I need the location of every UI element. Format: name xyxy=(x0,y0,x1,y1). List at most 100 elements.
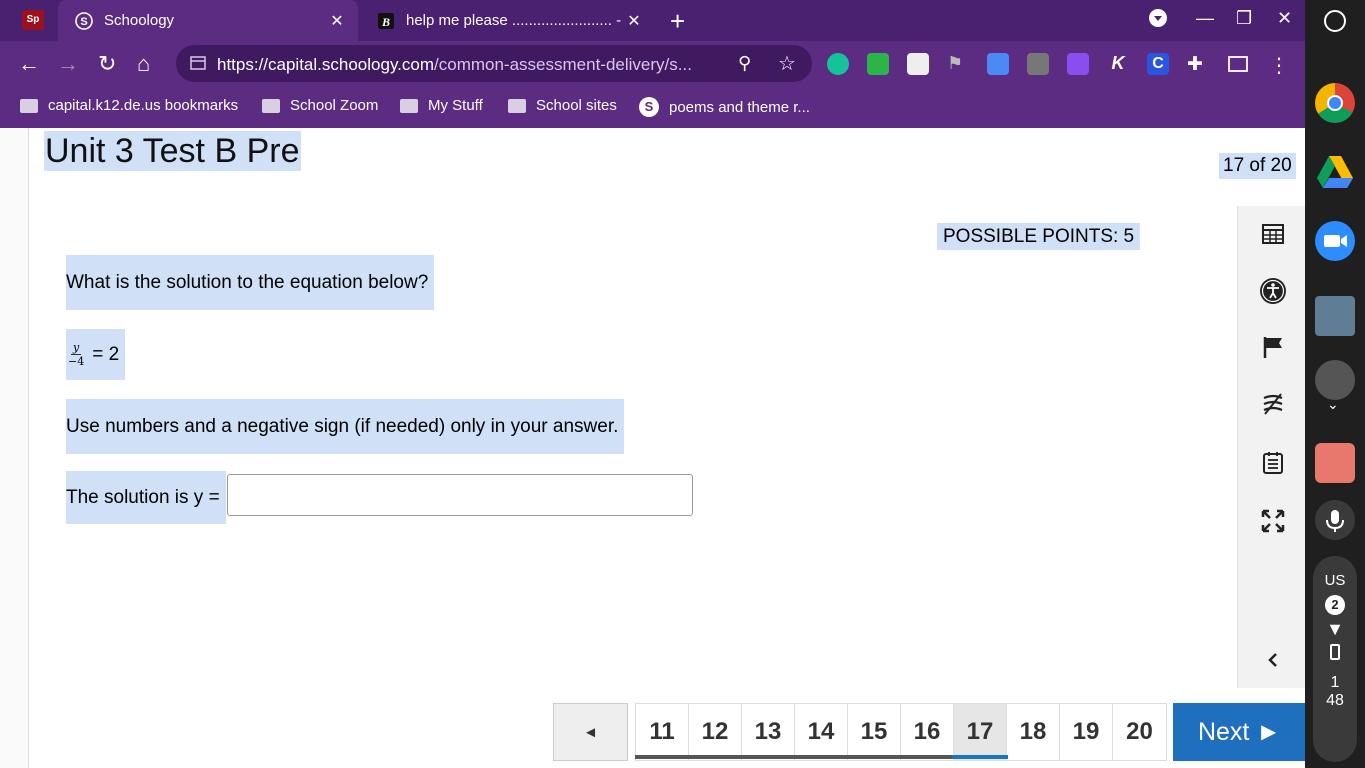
google-drive-icon[interactable] xyxy=(1315,152,1355,192)
back-icon[interactable]: ← xyxy=(18,51,40,77)
folder-icon xyxy=(20,98,38,113)
svg-text:S: S xyxy=(80,16,87,28)
schoology-s-icon: S xyxy=(74,11,94,31)
notepad-icon[interactable] xyxy=(1238,443,1307,483)
k-extension-icon[interactable]: K xyxy=(1107,53,1129,75)
nav-bar: ← → ↻ ⌂ https://capital.schoology.com/co… xyxy=(0,41,1305,86)
bookmark-item[interactable]: My Stuff xyxy=(400,97,483,114)
folder-icon xyxy=(508,98,526,113)
minimize-icon[interactable]: — xyxy=(1196,8,1214,29)
tab-brainly[interactable]: B help me please .......................… xyxy=(360,0,655,41)
forward-icon[interactable]: → xyxy=(57,51,79,77)
page-button[interactable]: 12 xyxy=(689,704,742,760)
next-button[interactable]: Next ► xyxy=(1173,703,1306,761)
question-prompt: What is the solution to the equation bel… xyxy=(66,255,435,310)
answer-instructions: Use numbers and a negative sign (if need… xyxy=(66,399,625,454)
page-button[interactable]: 20 xyxy=(1113,704,1166,760)
extension-green-icon[interactable] xyxy=(867,53,889,75)
fraction-denominator: −4 xyxy=(68,354,85,368)
flag-icon[interactable] xyxy=(1238,327,1307,367)
tab-strip: Sp S Schoology ✕ B help me please ......… xyxy=(0,0,1305,41)
reload-icon[interactable]: ↻ xyxy=(98,51,116,77)
translate-icon[interactable] xyxy=(987,53,1009,75)
bookmarks-bar: capital.k12.de.us bookmarks School Zoom … xyxy=(0,86,1305,128)
url-text: https://capital.schoology.com/common-ass… xyxy=(217,55,692,74)
flag-extension-icon[interactable]: ⚑ xyxy=(947,53,969,75)
page-button[interactable]: 15 xyxy=(848,704,901,760)
equation: y −4 = 2 xyxy=(66,329,126,380)
fraction: y −4 xyxy=(66,341,86,369)
grammarly-icon[interactable] xyxy=(827,53,849,75)
home-icon[interactable]: ⌂ xyxy=(137,51,150,77)
address-bar[interactable]: https://capital.schoology.com/common-ass… xyxy=(176,45,812,82)
pager-progress-bar xyxy=(635,755,1008,759)
tool-rail xyxy=(1237,206,1306,688)
browser-chrome: Sp S Schoology ✕ B help me please ......… xyxy=(0,0,1305,128)
calculator-app-icon[interactable] xyxy=(1315,296,1355,336)
answer-label: The solution is y = xyxy=(66,471,226,524)
tab-schoology[interactable]: S Schoology ✕ xyxy=(58,0,358,41)
bookmark-star-icon[interactable]: ☆ xyxy=(778,51,796,76)
brainly-b-icon: B xyxy=(376,11,396,31)
collapse-chevron-icon[interactable] xyxy=(1238,640,1307,680)
page-button[interactable]: 13 xyxy=(742,704,795,760)
answer-input[interactable] xyxy=(227,474,693,516)
assessment-page: Unit 3 Test B Pre 17 of 20 POSSIBLE POIN… xyxy=(28,128,1306,768)
bookmark-item[interactable]: School sites xyxy=(508,97,617,114)
menu-dots-icon[interactable]: ⋮ xyxy=(1268,53,1290,77)
fraction-numerator: y xyxy=(71,340,82,355)
bookmark-item[interactable]: School Zoom xyxy=(262,97,378,114)
system-tray[interactable]: US 2 ▼ 1 48 xyxy=(1313,556,1357,762)
line-reader-icon[interactable] xyxy=(1238,384,1307,424)
exit-app-icon[interactable] xyxy=(1315,443,1355,483)
puzzle-extensions-icon[interactable]: ✚ xyxy=(1187,53,1209,75)
left-gutter xyxy=(0,128,28,768)
calculator-grid-icon[interactable] xyxy=(1238,214,1307,254)
page-button[interactable]: 14 xyxy=(795,704,848,760)
microphone-icon[interactable] xyxy=(1315,500,1355,540)
extension-purple-icon[interactable] xyxy=(1067,53,1089,75)
clock-hour: 1 xyxy=(1330,674,1340,691)
close-tab-icon[interactable]: ✕ xyxy=(623,11,645,31)
camera-app-icon[interactable] xyxy=(1315,360,1355,400)
extension-avatar-icon[interactable] xyxy=(907,53,929,75)
folder-icon xyxy=(400,98,418,113)
pdf-icon[interactable] xyxy=(1027,53,1049,75)
zoom-app-icon[interactable] xyxy=(1315,221,1355,261)
fullscreen-icon[interactable] xyxy=(1238,501,1307,541)
bookmark-item[interactable]: Spoems and theme r... xyxy=(639,97,810,117)
schoology-sp-icon[interactable]: Sp xyxy=(22,10,44,30)
page-button-current[interactable]: 17 xyxy=(954,704,1007,760)
page-title: Unit 3 Test B Pre xyxy=(44,131,301,171)
folder-icon xyxy=(262,98,280,113)
new-tab-icon[interactable]: + xyxy=(670,6,685,37)
tab-title: help me please ........................ … xyxy=(406,12,623,29)
tab-search-icon[interactable] xyxy=(1148,8,1168,33)
site-info-icon[interactable] xyxy=(190,55,206,76)
wifi-icon: ▼ xyxy=(1326,619,1344,639)
page-button[interactable]: 16 xyxy=(901,704,954,760)
clock-minute: 48 xyxy=(1326,692,1344,709)
launcher-icon[interactable] xyxy=(1324,10,1346,32)
close-tab-icon[interactable]: ✕ xyxy=(326,11,348,31)
tab-title: Schoology xyxy=(104,12,175,29)
zoom-icon[interactable]: ⚲ xyxy=(738,53,751,74)
accessibility-icon[interactable] xyxy=(1238,271,1307,311)
question-pager: 11 12 13 14 15 16 17 18 19 20 xyxy=(635,703,1167,761)
close-window-icon[interactable]: ✕ xyxy=(1277,8,1292,29)
page-button[interactable]: 11 xyxy=(636,704,689,760)
shelf-overflow-chevron-icon[interactable]: ⌄ xyxy=(1327,396,1339,413)
pager-current-marker xyxy=(952,755,1008,759)
maximize-icon[interactable]: ❐ xyxy=(1236,8,1252,29)
previous-button[interactable]: ◄ xyxy=(553,703,628,761)
page-button[interactable]: 19 xyxy=(1060,704,1113,760)
cast-icon[interactable] xyxy=(1227,53,1249,75)
svg-text:B: B xyxy=(381,15,390,29)
equation-rhs: = 2 xyxy=(92,343,120,365)
page-button[interactable]: 18 xyxy=(1007,704,1060,760)
bookmark-item[interactable]: capital.k12.de.us bookmarks xyxy=(20,97,238,114)
schoology-s-icon: S xyxy=(639,97,659,117)
c-extension-icon[interactable]: C xyxy=(1147,53,1169,75)
chrome-app-icon[interactable] xyxy=(1315,83,1355,123)
notification-count: 2 xyxy=(1325,595,1345,615)
